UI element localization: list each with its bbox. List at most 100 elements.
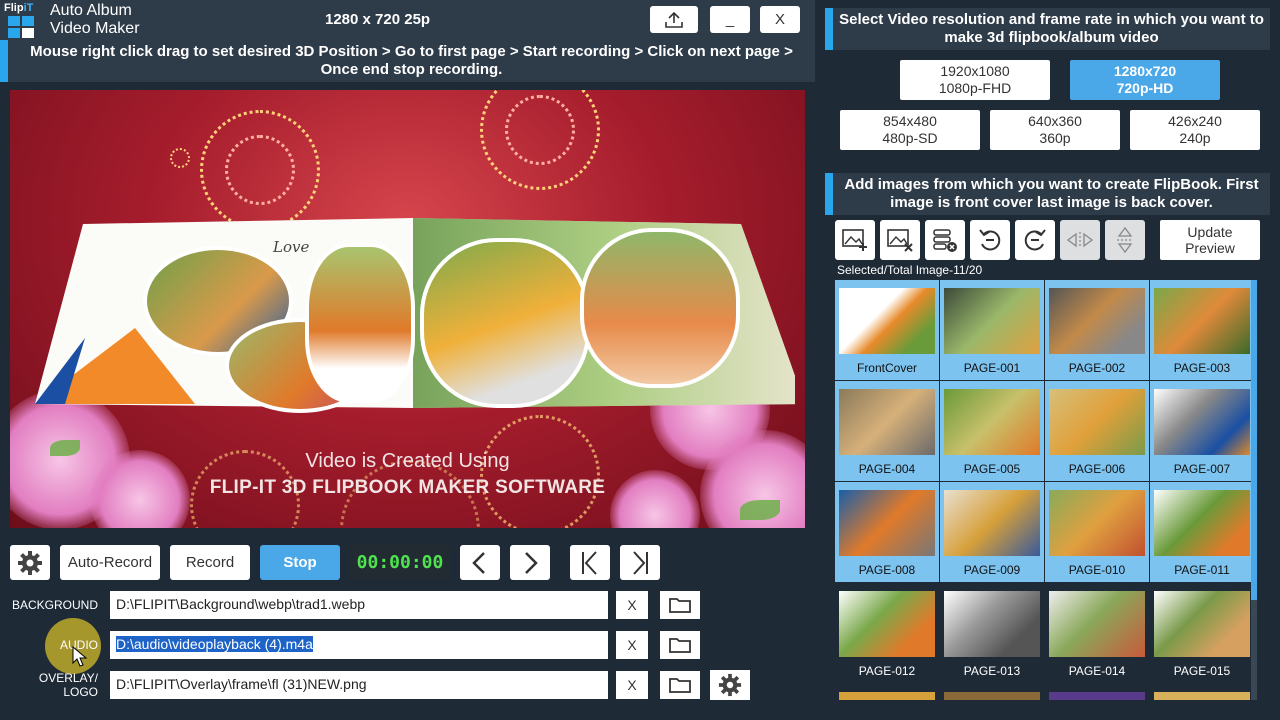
instruction-banner: Mouse right click drag to set desired 3D… bbox=[0, 40, 815, 82]
thumbnail-item[interactable]: PAGE-001 bbox=[940, 280, 1044, 380]
thumbnail-scrollbar[interactable] bbox=[1251, 280, 1257, 700]
browse-background-button[interactable] bbox=[660, 591, 700, 619]
thumbnail-image bbox=[944, 490, 1040, 556]
background-label: BACKGROUND bbox=[11, 598, 98, 612]
gear-icon bbox=[18, 550, 42, 575]
first-page-icon bbox=[582, 550, 597, 575]
recording-timer: 00:00:00 bbox=[350, 545, 450, 580]
minimize-button[interactable]: _ bbox=[710, 6, 750, 33]
thumbnail-image bbox=[839, 591, 935, 657]
thumbnail-item[interactable]: FrontCover bbox=[835, 280, 939, 380]
thumbnail-image bbox=[944, 288, 1040, 354]
thumbnail-image bbox=[1049, 490, 1145, 556]
overlay-settings-button[interactable] bbox=[710, 670, 750, 700]
thumbnail-item[interactable]: PAGE-005 bbox=[940, 381, 1044, 481]
images-heading: Add images from which you want to create… bbox=[825, 173, 1270, 215]
thumbnail-item[interactable]: PAGE-012 bbox=[835, 583, 939, 683]
add-image-button[interactable] bbox=[835, 220, 875, 260]
title-bar: FlipiT Auto Album Video Maker 1280 x 720… bbox=[0, 0, 815, 40]
thumbnail-item[interactable]: PAGE-008 bbox=[835, 482, 939, 582]
gear-icon bbox=[718, 673, 742, 697]
audio-path-selected-text: D:\audio\videoplayback (4).m4a bbox=[116, 636, 313, 652]
browse-audio-button[interactable] bbox=[660, 631, 700, 659]
audio-path-field[interactable]: D:\audio\videoplayback (4).m4a bbox=[110, 631, 608, 659]
resolution-option-720p[interactable]: 1280x720 720p-HD bbox=[1070, 60, 1220, 100]
thumbnail-item[interactable]: PAGE-013 bbox=[940, 583, 1044, 683]
remove-image-icon bbox=[887, 229, 913, 252]
thumbnail-image bbox=[1049, 389, 1145, 455]
stop-button[interactable]: Stop bbox=[260, 545, 340, 580]
resolution-option-240p[interactable]: 426x240 240p bbox=[1130, 110, 1260, 150]
background-path-field[interactable]: D:\FLIPIT\Background\webp\trad1.webp bbox=[110, 591, 608, 619]
resolution-indicator: 1280 x 720 25p bbox=[325, 11, 431, 28]
thumbnail-item[interactable]: PAGE-011 bbox=[1150, 482, 1254, 582]
scrollbar-thumb[interactable] bbox=[1251, 280, 1257, 600]
clear-audio-button[interactable]: X bbox=[616, 631, 648, 659]
thumbnail-image bbox=[839, 490, 935, 556]
thumbnail-item[interactable]: PAGE-014 bbox=[1045, 583, 1149, 683]
next-page-button[interactable] bbox=[510, 545, 550, 580]
image-count-label: Selected/Total Image-11/20 bbox=[837, 263, 983, 277]
thumbnail-image bbox=[1154, 591, 1250, 657]
mouse-pointer-icon bbox=[72, 646, 88, 667]
thumbnail-item[interactable]: PAGE-015 bbox=[1150, 583, 1254, 683]
last-page-icon bbox=[633, 550, 648, 575]
add-image-icon bbox=[842, 229, 867, 251]
thumbnail-image bbox=[1154, 490, 1250, 556]
thumbnail-image bbox=[839, 389, 935, 455]
first-page-button[interactable] bbox=[570, 545, 610, 580]
thumbnail-item[interactable]: PAGE-009 bbox=[940, 482, 1044, 582]
move-horizontal-button[interactable] bbox=[1060, 220, 1100, 260]
resolution-option-480p[interactable]: 854x480 480p-SD bbox=[840, 110, 980, 150]
rotate-left-button[interactable] bbox=[970, 220, 1010, 260]
thumbnail-item[interactable]: PAGE-006 bbox=[1045, 381, 1149, 481]
app-logo: FlipiT bbox=[2, 2, 38, 38]
last-page-button[interactable] bbox=[620, 545, 660, 580]
folder-icon bbox=[669, 598, 691, 613]
settings-button[interactable] bbox=[10, 545, 50, 580]
rotate-left-icon bbox=[979, 229, 1001, 251]
remove-image-button[interactable] bbox=[880, 220, 920, 260]
resolution-option-360p[interactable]: 640x360 360p bbox=[990, 110, 1120, 150]
clear-list-icon bbox=[933, 229, 957, 252]
folder-icon bbox=[669, 638, 691, 653]
thumbnail-item[interactable]: PAGE-010 bbox=[1045, 482, 1149, 582]
thumbnail-image bbox=[1049, 591, 1145, 657]
thumbnail-grid: FrontCover PAGE-001 PAGE-002 PAGE-003 PA… bbox=[835, 280, 1257, 700]
previous-page-button[interactable] bbox=[460, 545, 500, 580]
record-button[interactable]: Record bbox=[170, 545, 250, 580]
book-script-text: Love bbox=[273, 238, 310, 256]
move-horizontal-icon bbox=[1066, 232, 1094, 248]
resolution-option-1080p[interactable]: 1920x1080 1080p-FHD bbox=[900, 60, 1050, 100]
app-title: Auto Album Video Maker bbox=[50, 2, 140, 37]
close-button[interactable]: X bbox=[760, 6, 800, 33]
instruction-text: Mouse right click drag to set desired 3D… bbox=[30, 43, 793, 78]
move-vertical-icon bbox=[1117, 226, 1133, 254]
upload-icon bbox=[665, 11, 683, 28]
clear-background-button[interactable]: X bbox=[616, 591, 648, 619]
overlay-path-field[interactable]: D:\FLIPIT\Overlay\frame\fl (31)NEW.png bbox=[110, 671, 608, 699]
update-preview-button[interactable]: Update Preview bbox=[1160, 220, 1260, 260]
watermark-line-2: FLIP-IT 3D FLIPBOOK MAKER SOFTWARE bbox=[209, 477, 606, 498]
folder-icon bbox=[669, 678, 691, 693]
thumbnail-item[interactable]: PAGE-003 bbox=[1150, 280, 1254, 380]
thumbnail-image bbox=[944, 389, 1040, 455]
flipbook-preview[interactable]: Love Video is Created Using FLIP-IT 3D F… bbox=[10, 90, 805, 528]
thumbnail-image bbox=[1154, 389, 1250, 455]
rotate-right-icon bbox=[1024, 229, 1046, 251]
thumbnail-item[interactable]: PAGE-002 bbox=[1045, 280, 1149, 380]
upload-button[interactable] bbox=[650, 6, 698, 33]
thumbnail-image bbox=[944, 591, 1040, 657]
auto-record-button[interactable]: Auto-Record bbox=[60, 545, 160, 580]
overlay-label: OVERLAY/ LOGO bbox=[38, 671, 98, 699]
resolution-heading: Select Video resolution and frame rate i… bbox=[825, 8, 1270, 50]
thumbnail-image bbox=[1049, 288, 1145, 354]
thumbnail-item[interactable]: PAGE-004 bbox=[835, 381, 939, 481]
browse-overlay-button[interactable] bbox=[660, 671, 700, 699]
rotate-right-button[interactable] bbox=[1015, 220, 1055, 260]
thumbnail-item[interactable]: PAGE-007 bbox=[1150, 381, 1254, 481]
clear-overlay-button[interactable]: X bbox=[616, 671, 648, 699]
clear-all-button[interactable] bbox=[925, 220, 965, 260]
chevron-left-icon bbox=[472, 551, 485, 574]
move-vertical-button[interactable] bbox=[1105, 220, 1145, 260]
